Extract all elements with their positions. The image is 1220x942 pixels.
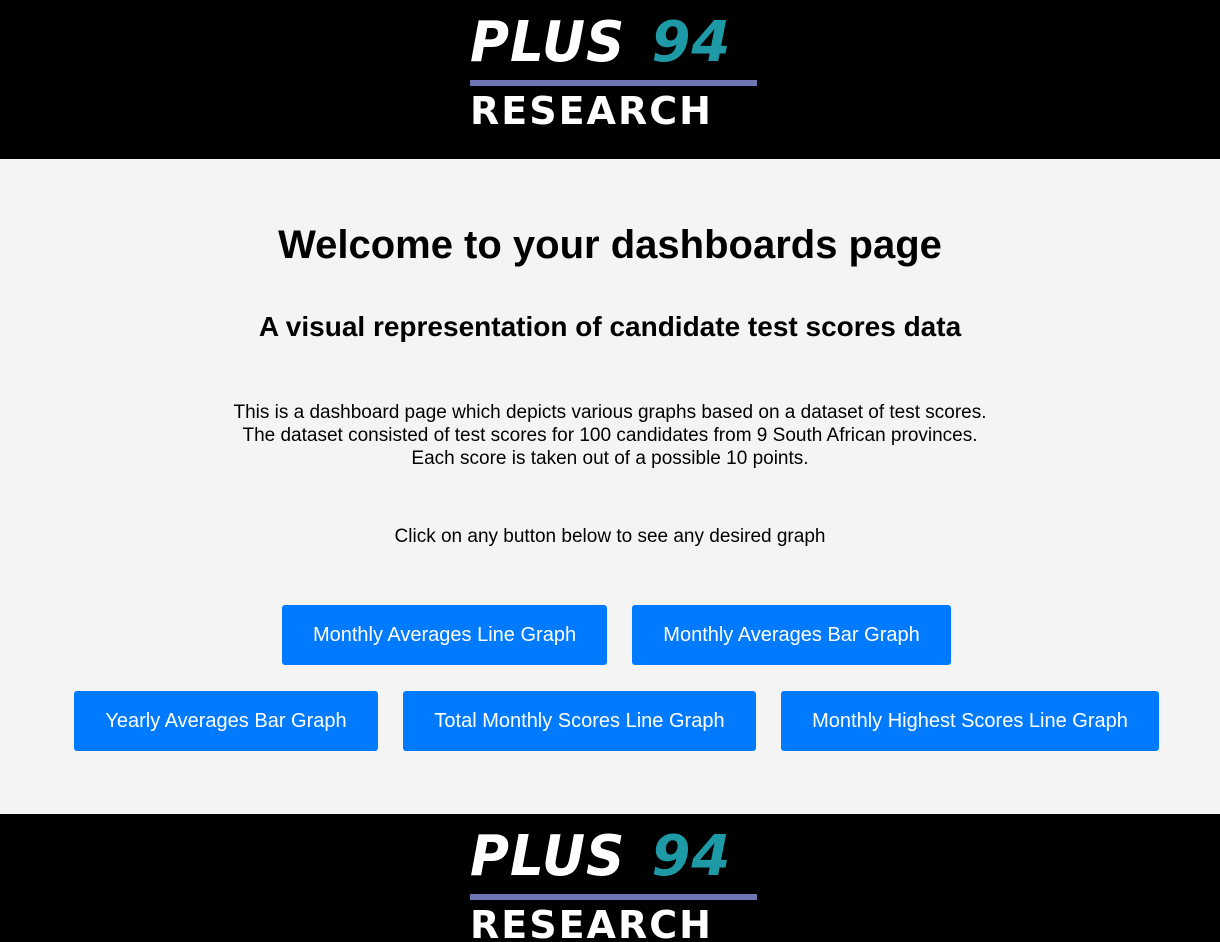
instruction-text: Click on any button below to see any des… bbox=[394, 526, 826, 547]
dashboard-main: Welcome to your dashboards page A visual… bbox=[0, 159, 1220, 814]
logo-divider bbox=[470, 894, 757, 900]
description-line: The dataset consisted of test scores for… bbox=[242, 425, 978, 446]
total-monthly-scores-line-graph-button[interactable]: Total Monthly Scores Line Graph bbox=[403, 691, 756, 751]
description-line: This is a dashboard page which depicts v… bbox=[233, 402, 987, 423]
logo-plus-text: PLUS bbox=[470, 824, 626, 889]
logo-number-text: 94 bbox=[651, 10, 732, 75]
monthly-averages-line-graph-button[interactable]: Monthly Averages Line Graph bbox=[282, 605, 607, 665]
logo-number-text: 94 bbox=[651, 824, 732, 889]
logo-research-text: RESEARCH bbox=[470, 903, 713, 942]
page-subtitle: A visual representation of candidate tes… bbox=[258, 311, 962, 342]
logo-plus-text: PLUS bbox=[470, 10, 626, 75]
footer-banner: PLUS 94 RESEARCH bbox=[0, 814, 1220, 942]
monthly-averages-bar-graph-button[interactable]: Monthly Averages Bar Graph bbox=[632, 605, 951, 665]
monthly-highest-scores-line-graph-button[interactable]: Monthly Highest Scores Line Graph bbox=[781, 691, 1159, 751]
header-banner: PLUS 94 RESEARCH bbox=[0, 0, 1220, 159]
plus94-logo-footer[interactable]: PLUS 94 RESEARCH bbox=[470, 826, 757, 942]
logo-research-text: RESEARCH bbox=[470, 89, 713, 133]
plus94-logo[interactable]: PLUS 94 RESEARCH bbox=[470, 12, 757, 134]
logo-divider bbox=[470, 80, 757, 86]
description-line: Each score is taken out of a possible 10… bbox=[411, 448, 809, 469]
page-title: Welcome to your dashboards page bbox=[278, 223, 942, 267]
page-description: This is a dashboard page which depicts v… bbox=[0, 401, 1220, 470]
yearly-averages-bar-graph-button[interactable]: Yearly Averages Bar Graph bbox=[74, 691, 378, 751]
